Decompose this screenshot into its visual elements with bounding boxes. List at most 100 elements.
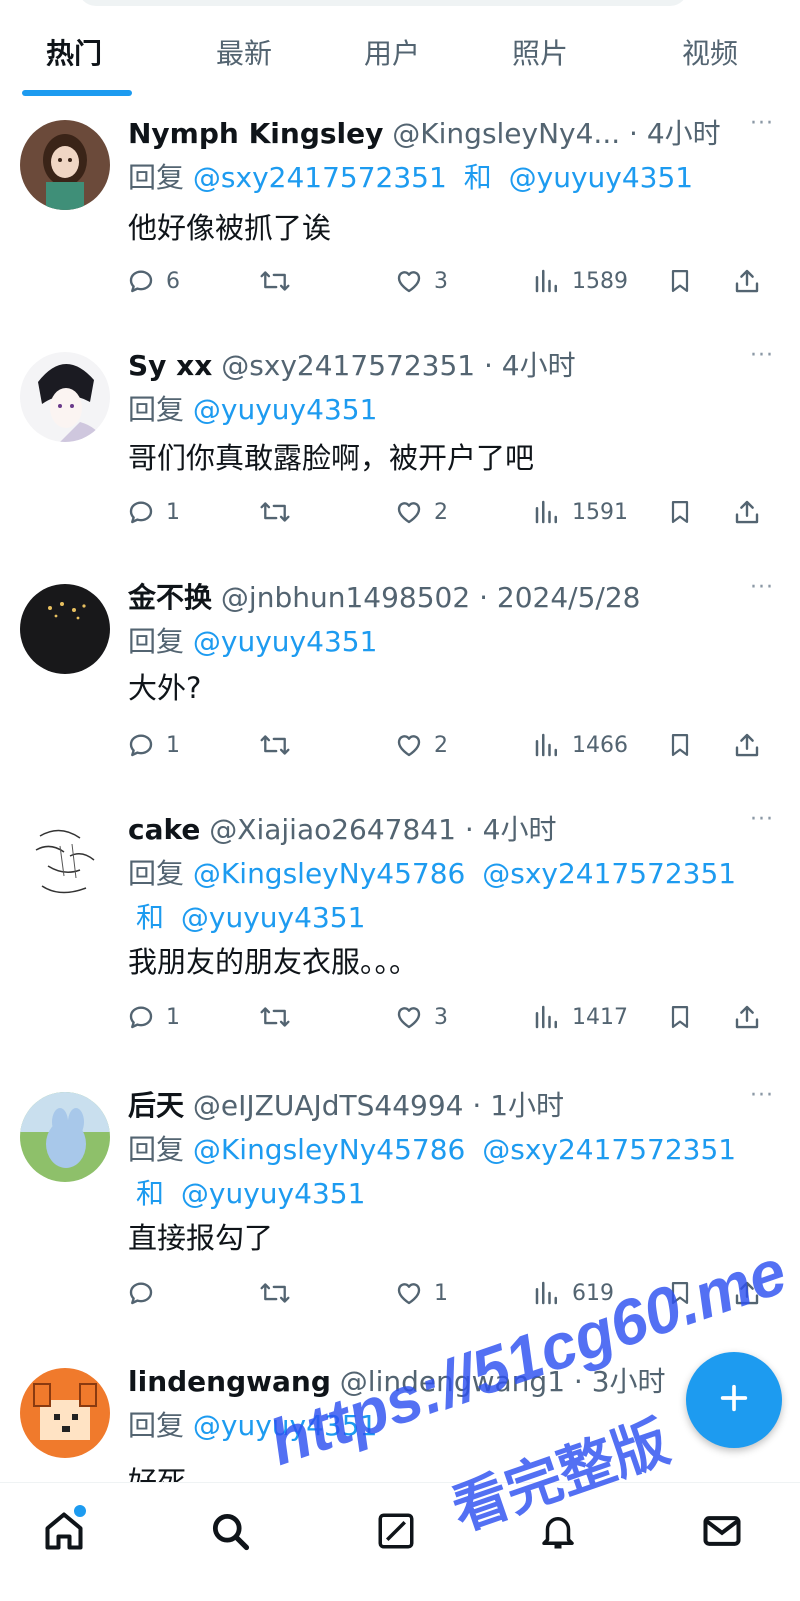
nav-notifications[interactable] bbox=[532, 1507, 584, 1559]
post[interactable]: 后天 @eIJZUAJdTS44994 · 1小时 ··· 回复 @Kingsl… bbox=[0, 1070, 800, 1347]
post-time[interactable]: 3小时 bbox=[592, 1365, 666, 1398]
more-icon[interactable]: ··· bbox=[750, 345, 780, 376]
like-button[interactable]: 1 bbox=[394, 1273, 448, 1313]
mention-link[interactable]: @yuyuy4351 bbox=[193, 1409, 377, 1442]
tab-top[interactable]: 热门 bbox=[46, 34, 102, 74]
more-icon[interactable]: ··· bbox=[750, 577, 780, 608]
user-handle[interactable]: @lindengwang1 bbox=[340, 1365, 565, 1398]
tab-latest[interactable]: 最新 bbox=[216, 34, 272, 74]
reply-context: 回复 @KingsleyNy45786 @sxy2417572351 和 @yu… bbox=[128, 1128, 768, 1216]
reply-button[interactable] bbox=[126, 1273, 166, 1313]
post-time[interactable]: 4小时 bbox=[647, 117, 721, 150]
mention-link[interactable]: @KingsleyNy45786 bbox=[193, 1133, 465, 1166]
bookmark-button[interactable] bbox=[666, 725, 694, 765]
more-icon[interactable]: ··· bbox=[750, 809, 780, 840]
post-time[interactable]: 4小时 bbox=[502, 349, 576, 382]
post[interactable]: 金不换 @jnbhun1498502 · 2024/5/28 ··· 回复 @y… bbox=[0, 562, 800, 795]
views-button[interactable]: 1466 bbox=[532, 725, 628, 765]
reply-button[interactable]: 6 bbox=[126, 261, 180, 301]
tab-people[interactable]: 用户 bbox=[364, 34, 420, 74]
display-name[interactable]: 后天 bbox=[128, 1089, 184, 1122]
reply-icon bbox=[126, 1002, 156, 1032]
like-button[interactable]: 2 bbox=[394, 492, 448, 532]
like-button[interactable]: 2 bbox=[394, 725, 448, 765]
like-button[interactable]: 3 bbox=[394, 997, 448, 1037]
reply-button[interactable]: 1 bbox=[126, 725, 180, 765]
nav-search[interactable] bbox=[204, 1507, 256, 1559]
nav-home[interactable] bbox=[38, 1503, 90, 1559]
views-button[interactable]: 1591 bbox=[532, 492, 628, 532]
reply-context: 回复 @sxy2417572351 和 @yuyuy4351 bbox=[128, 156, 768, 200]
bookmark-button[interactable] bbox=[666, 997, 694, 1037]
repost-icon bbox=[258, 497, 292, 527]
post[interactable]: cake @Xiajiao2647841 · 4小时 ··· 回复 @Kings… bbox=[0, 794, 800, 1071]
share-button[interactable] bbox=[732, 725, 762, 765]
mention-link[interactable]: @yuyuy4351 bbox=[193, 625, 377, 658]
share-button[interactable] bbox=[732, 997, 762, 1037]
reply-button[interactable]: 1 bbox=[126, 997, 180, 1037]
user-handle[interactable]: @sxy2417572351 bbox=[221, 349, 475, 382]
post[interactable]: Nymph Kingsley @KingsleyNy4... · 4小时 ···… bbox=[0, 98, 800, 331]
bookmark-button[interactable] bbox=[666, 1273, 694, 1313]
like-button[interactable]: 3 bbox=[394, 261, 448, 301]
compose-button[interactable] bbox=[686, 1352, 782, 1448]
post-time[interactable]: 4小时 bbox=[483, 813, 557, 846]
avatar[interactable] bbox=[20, 1368, 110, 1458]
display-name[interactable]: lindengwang bbox=[128, 1365, 331, 1398]
avatar[interactable] bbox=[20, 584, 110, 674]
mention-link[interactable]: @KingsleyNy45786 bbox=[193, 857, 465, 890]
display-name[interactable]: Nymph Kingsley bbox=[128, 117, 383, 150]
display-name[interactable]: cake bbox=[128, 813, 200, 846]
display-name[interactable]: 金不换 bbox=[128, 581, 212, 614]
avatar[interactable] bbox=[20, 816, 110, 906]
post-time[interactable]: 1小时 bbox=[490, 1089, 564, 1122]
post-header: cake @Xiajiao2647841 · 4小时 bbox=[128, 810, 738, 850]
avatar[interactable] bbox=[20, 352, 110, 442]
user-handle[interactable]: @eIJZUAJdTS44994 bbox=[193, 1089, 464, 1122]
notifications-icon bbox=[537, 1510, 579, 1556]
action-bar: 6 3 1589 bbox=[0, 261, 800, 301]
bookmark-button[interactable] bbox=[666, 492, 694, 532]
more-icon[interactable]: ··· bbox=[750, 1085, 780, 1116]
search-bar-remnant[interactable] bbox=[78, 0, 688, 6]
repost-button[interactable] bbox=[258, 725, 302, 765]
mention-conjunction: 和 bbox=[136, 901, 165, 934]
views-button[interactable]: 619 bbox=[532, 1273, 614, 1313]
mention-link[interactable]: @yuyuy4351 bbox=[181, 901, 365, 934]
post[interactable]: Sy xx @sxy2417572351 · 4小时 ··· 回复 @yuyuy… bbox=[0, 330, 800, 563]
mention-link[interactable]: @yuyuy4351 bbox=[509, 161, 693, 194]
repost-button[interactable] bbox=[258, 492, 302, 532]
share-button[interactable] bbox=[732, 492, 762, 532]
more-icon[interactable]: ··· bbox=[750, 113, 780, 144]
share-button[interactable] bbox=[732, 1273, 762, 1313]
user-handle[interactable]: @jnbhun1498502 bbox=[221, 581, 470, 614]
share-button[interactable] bbox=[732, 261, 762, 301]
views-icon bbox=[532, 497, 562, 527]
post-time[interactable]: 2024/5/28 bbox=[497, 581, 641, 614]
nav-messages[interactable] bbox=[696, 1507, 748, 1559]
user-handle[interactable]: @KingsleyNy4... bbox=[392, 117, 620, 150]
nav-grok[interactable] bbox=[370, 1507, 422, 1559]
reply-prefix: 回复 bbox=[128, 393, 185, 426]
avatar[interactable] bbox=[20, 1092, 110, 1182]
reply-count: 1 bbox=[166, 499, 180, 525]
avatar[interactable] bbox=[20, 120, 110, 210]
tab-videos[interactable]: 视频 bbox=[682, 34, 738, 74]
mention-link[interactable]: @sxy2417572351 bbox=[482, 857, 736, 890]
tab-photos[interactable]: 照片 bbox=[512, 34, 568, 74]
mention-link[interactable]: @yuyuy4351 bbox=[193, 393, 377, 426]
bookmark-button[interactable] bbox=[666, 261, 694, 301]
repost-button[interactable] bbox=[258, 261, 302, 301]
repost-button[interactable] bbox=[258, 1273, 302, 1313]
repost-button[interactable] bbox=[258, 997, 302, 1037]
views-button[interactable]: 1417 bbox=[532, 997, 628, 1037]
reply-context: 回复 @yuyuy4351 bbox=[128, 388, 768, 432]
display-name[interactable]: Sy xx bbox=[128, 349, 212, 382]
reply-button[interactable]: 1 bbox=[126, 492, 180, 532]
mention-link[interactable]: @yuyuy4351 bbox=[181, 1177, 365, 1210]
views-button[interactable]: 1589 bbox=[532, 261, 628, 301]
mention-link[interactable]: @sxy2417572351 bbox=[193, 161, 447, 194]
share-icon bbox=[732, 1278, 762, 1308]
mention-link[interactable]: @sxy2417572351 bbox=[482, 1133, 736, 1166]
user-handle[interactable]: @Xiajiao2647841 bbox=[209, 813, 456, 846]
